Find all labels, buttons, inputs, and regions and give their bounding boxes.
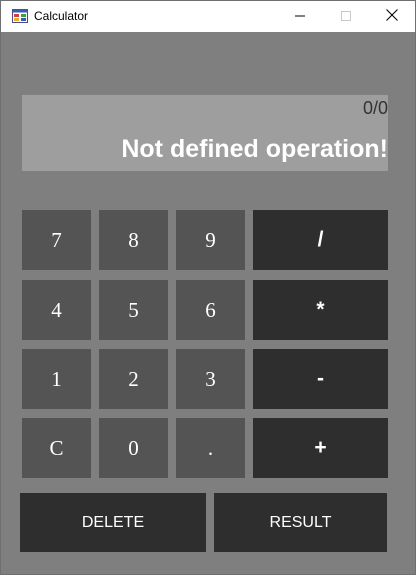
result-button[interactable]: RESULT xyxy=(214,493,387,552)
key-2-button[interactable]: 2 xyxy=(99,349,168,409)
window-title: Calculator xyxy=(34,9,89,23)
clear-button[interactable]: C xyxy=(22,418,91,478)
close-icon xyxy=(386,8,398,26)
maximize-button[interactable] xyxy=(323,1,369,32)
title-bar[interactable]: Calculator xyxy=(1,1,415,32)
subtract-button[interactable]: - xyxy=(253,349,388,409)
key-7-button[interactable]: 7 xyxy=(22,210,91,270)
delete-button[interactable]: DELETE xyxy=(20,493,206,552)
expression-readout: 0/0 xyxy=(362,98,388,118)
multiply-button[interactable]: * xyxy=(253,280,388,340)
decimal-button[interactable]: . xyxy=(176,418,245,478)
key-3-button[interactable]: 3 xyxy=(176,349,245,409)
key-5-button[interactable]: 5 xyxy=(99,280,168,340)
key-0-button[interactable]: 0 xyxy=(99,418,168,478)
calculator-window: Calculator 0/0 Not defined operation! 7 … xyxy=(0,0,416,575)
minimize-button[interactable] xyxy=(277,1,323,32)
calculator-app-icon xyxy=(12,9,28,23)
key-4-button[interactable]: 4 xyxy=(22,280,91,340)
close-button[interactable] xyxy=(369,1,415,32)
add-button[interactable]: + xyxy=(253,418,388,478)
result-readout: Not defined operation! xyxy=(121,135,388,163)
key-9-button[interactable]: 9 xyxy=(176,210,245,270)
divide-button[interactable]: / xyxy=(253,210,388,270)
key-6-button[interactable]: 6 xyxy=(176,280,245,340)
minimize-icon xyxy=(295,8,305,26)
key-1-button[interactable]: 1 xyxy=(22,349,91,409)
key-8-button[interactable]: 8 xyxy=(99,210,168,270)
maximize-icon xyxy=(341,8,351,26)
calculator-display: 0/0 Not defined operation! xyxy=(22,95,388,171)
